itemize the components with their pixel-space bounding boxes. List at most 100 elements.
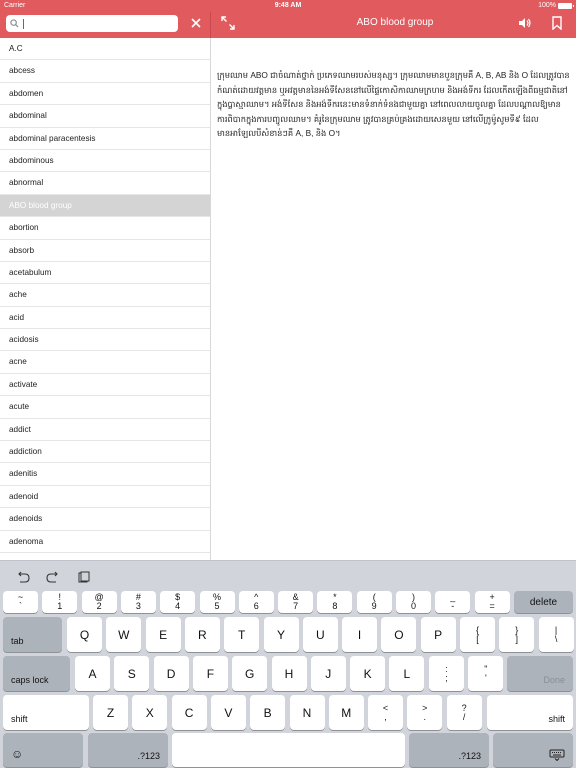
key-lower-symbol: 3: [135, 601, 141, 611]
list-item[interactable]: adenoid: [0, 486, 210, 509]
redo-icon[interactable]: [46, 571, 60, 583]
list-item[interactable]: addiction: [0, 441, 210, 464]
key-number-1[interactable]: ! 1: [42, 591, 78, 613]
caps-lock-key[interactable]: caps lock: [3, 656, 70, 691]
paste-icon[interactable]: [77, 571, 91, 583]
key-letter[interactable]: O: [381, 617, 417, 652]
top-bar: Carrier 9:48 AM 100% ABO blood group: [0, 0, 576, 38]
key-letter[interactable]: H: [271, 656, 307, 691]
key-letter[interactable]: L: [389, 656, 425, 691]
key-letter[interactable]: V: [210, 695, 246, 730]
list-item[interactable]: abdomen: [0, 83, 210, 106]
list-item[interactable]: ABO blood group: [0, 194, 210, 218]
key-letter[interactable]: K: [350, 656, 386, 691]
key-letter[interactable]: B: [250, 695, 286, 730]
key-lower-symbol: \: [554, 633, 558, 644]
page-title: ABO blood group: [356, 17, 434, 28]
bookmark-icon[interactable]: [551, 16, 563, 30]
list-item[interactable]: abdominous: [0, 150, 210, 173]
speaker-icon[interactable]: [518, 16, 532, 30]
shift-key-right[interactable]: shift: [487, 695, 573, 730]
list-item[interactable]: absorb: [0, 240, 210, 262]
key-lower-symbol: 2: [96, 601, 102, 611]
list-item[interactable]: adenoids: [0, 508, 210, 531]
key-letter[interactable]: X: [132, 695, 168, 730]
list-item[interactable]: acne: [0, 351, 210, 374]
close-icon[interactable]: [188, 15, 204, 31]
expand-icon[interactable]: [221, 16, 235, 30]
key-symbol[interactable]: <,: [368, 695, 403, 730]
key-number-10[interactable]: ) 0: [396, 591, 431, 613]
key-symbol[interactable]: | \: [538, 617, 574, 652]
list-item[interactable]: adenoma: [0, 531, 210, 553]
key-letter[interactable]: I: [342, 617, 378, 652]
delete-key[interactable]: delete: [514, 591, 573, 613]
list-item[interactable]: adenitis: [0, 463, 210, 486]
key-letter[interactable]: S: [114, 656, 150, 691]
key-letter[interactable]: R: [184, 617, 220, 652]
undo-icon[interactable]: [16, 571, 30, 583]
done-key[interactable]: Done: [507, 656, 573, 691]
key-number-6[interactable]: ^ 6: [238, 591, 274, 613]
numbers-key-left[interactable]: .?123: [88, 733, 168, 767]
key-number-7[interactable]: & 7: [278, 591, 314, 613]
key-letter[interactable]: G: [232, 656, 268, 691]
search-input[interactable]: [26, 18, 166, 29]
keyboard-shortcut-bar: [0, 561, 576, 591]
list-item[interactable]: ache: [0, 284, 210, 307]
key-number-4[interactable]: $4: [160, 591, 196, 613]
list-item[interactable]: abnormal: [0, 172, 210, 195]
list-item[interactable]: abortion: [0, 217, 210, 240]
list-item[interactable]: abdominal: [0, 105, 210, 128]
key-letter[interactable]: M: [328, 695, 364, 730]
key-letter[interactable]: E: [145, 617, 181, 652]
key-number-0[interactable]: ~ `: [3, 591, 38, 613]
list-item[interactable]: activate: [0, 374, 210, 397]
key-letter[interactable]: J: [310, 656, 346, 691]
list-item[interactable]: acidosis: [0, 329, 210, 352]
key-number-2[interactable]: @2: [81, 591, 117, 613]
battery-indicator: 100%: [538, 2, 574, 9]
list-item[interactable]: addict: [0, 419, 210, 442]
key-letter[interactable]: W: [106, 617, 142, 652]
key-number-12[interactable]: + =: [474, 591, 510, 613]
key-symbol[interactable]: {[: [460, 617, 495, 652]
key-number-5[interactable]: % 5: [199, 591, 235, 613]
key-letter[interactable]: P: [420, 617, 456, 652]
word-list[interactable]: A.C abcess abdomen abdominal abdominal parac…: [0, 38, 211, 560]
key-lower-symbol: ;: [445, 672, 448, 683]
key-letter[interactable]: A: [75, 656, 110, 691]
key-symbol[interactable]: }]: [499, 617, 535, 652]
key-letter[interactable]: U: [302, 617, 338, 652]
numbers-key-right[interactable]: .?123: [409, 733, 489, 767]
key-letter[interactable]: T: [224, 617, 260, 652]
key-number-9[interactable]: (9: [356, 591, 392, 613]
emoji-key[interactable]: ☺: [3, 733, 83, 767]
key-letter[interactable]: C: [171, 695, 207, 730]
key-letter[interactable]: N: [289, 695, 325, 730]
shift-key-left[interactable]: shift: [3, 695, 89, 730]
key-number-8[interactable]: * 8: [317, 591, 353, 613]
key-symbol[interactable]: " ': [468, 656, 504, 691]
list-item[interactable]: acetabulum: [0, 262, 210, 285]
key-letter[interactable]: F: [192, 656, 228, 691]
list-item[interactable]: abdominal paracentesis: [0, 128, 210, 150]
list-item[interactable]: acid: [0, 307, 210, 330]
hide-keyboard-key[interactable]: [493, 733, 573, 767]
key-symbol[interactable]: :;: [429, 656, 464, 691]
space-bar[interactable]: [172, 733, 405, 767]
key-lower-symbol: ,: [384, 711, 387, 722]
key-symbol[interactable]: ? /: [446, 695, 482, 730]
key-number-11[interactable]: _ -: [435, 591, 471, 613]
key-symbol[interactable]: >.: [407, 695, 443, 730]
key-letter[interactable]: D: [153, 656, 189, 691]
search-field[interactable]: [6, 15, 178, 32]
key-letter[interactable]: Q: [67, 617, 102, 652]
key-letter[interactable]: Y: [263, 617, 299, 652]
list-item[interactable]: abcess: [0, 60, 210, 83]
list-item[interactable]: acute: [0, 396, 210, 419]
key-letter[interactable]: Z: [93, 695, 128, 730]
key-number-3[interactable]: #3: [120, 591, 156, 613]
tab-key[interactable]: tab: [3, 617, 62, 652]
list-item[interactable]: A.C: [0, 38, 210, 61]
